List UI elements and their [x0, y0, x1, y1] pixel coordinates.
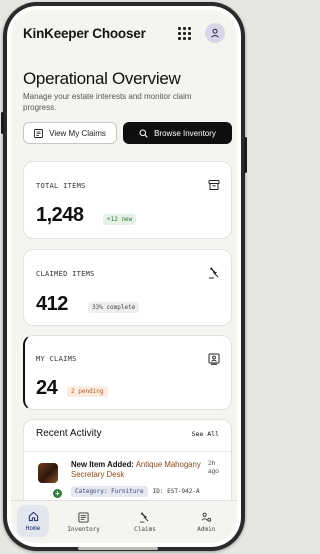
- phone-frame: KinKeeper Chooser Operational Overview M…: [1, 2, 247, 551]
- archive-icon: [208, 178, 220, 196]
- claimed-items-value: 412: [36, 293, 68, 315]
- list-icon: [34, 128, 44, 138]
- activity-prefix: New Item Added:: [71, 460, 134, 469]
- category-tag: Category: Furniture: [71, 486, 148, 497]
- my-claims-label: MY CLAIMS: [36, 355, 77, 363]
- user-icon: [211, 28, 219, 38]
- item-thumbnail: [38, 463, 58, 483]
- nav-inventory-label: Inventory: [67, 526, 100, 533]
- plus-icon: +: [53, 489, 62, 498]
- app-header: KinKeeper Chooser: [11, 10, 237, 55]
- bottom-nav: Home Inventory Claims Admin: [11, 500, 237, 543]
- nav-claims[interactable]: Claims: [114, 501, 175, 543]
- page-subtitle: Manage your estate interests and monitor…: [23, 92, 192, 112]
- badge-icon: [208, 352, 220, 370]
- nav-claims-label: Claims: [134, 526, 156, 533]
- recent-activity-panel: Recent Activity See All + New Item Added…: [23, 419, 232, 513]
- my-claims-value: 24: [36, 377, 58, 399]
- gavel-icon: [208, 266, 220, 284]
- view-my-claims-label: View My Claims: [49, 128, 106, 138]
- claim-progress-badge: 33% complete: [88, 302, 140, 313]
- app-title: KinKeeper Chooser: [23, 25, 146, 41]
- inventory-icon: [78, 512, 89, 523]
- item-id: ID: EST-942-A: [152, 488, 200, 495]
- see-all-link[interactable]: See All: [192, 430, 219, 438]
- nav-home-label: Home: [25, 525, 41, 532]
- apps-grid-icon[interactable]: [178, 26, 192, 41]
- pending-claims-badge: 2 pending: [67, 386, 108, 397]
- claimed-items-card[interactable]: CLAIMED ITEMS 412 33% complete: [23, 249, 232, 326]
- new-items-badge: +12 new: [103, 214, 137, 225]
- nav-inventory[interactable]: Inventory: [53, 501, 114, 543]
- search-icon: [139, 129, 148, 138]
- nav-home[interactable]: Home: [17, 505, 49, 537]
- user-avatar[interactable]: [205, 23, 225, 43]
- total-items-value: 1,248: [36, 204, 84, 226]
- nav-admin-label: Admin: [197, 526, 216, 533]
- admin-icon: [201, 512, 211, 522]
- divider: [24, 451, 231, 452]
- total-items-card[interactable]: TOTAL ITEMS 1,248 +12 new: [23, 161, 232, 239]
- app-screen: KinKeeper Chooser Operational Overview M…: [11, 10, 237, 543]
- recent-activity-title: Recent Activity: [36, 428, 102, 439]
- gavel-icon: [140, 512, 149, 523]
- home-icon: [28, 511, 38, 522]
- my-claims-card[interactable]: MY CLAIMS 24 2 pending: [23, 335, 232, 410]
- activity-meta: Category: Furniture ID: EST-942-A: [71, 486, 200, 497]
- volume-button: [1, 112, 4, 134]
- power-button: [244, 137, 247, 173]
- total-items-label: TOTAL ITEMS: [36, 182, 86, 190]
- activity-text: New Item Added: Antique Mahogany Secreta…: [71, 460, 211, 480]
- browse-inventory-button[interactable]: Browse Inventory: [123, 122, 232, 144]
- nav-admin[interactable]: Admin: [176, 501, 237, 543]
- activity-time: 2h ago: [208, 460, 219, 475]
- browse-inventory-label: Browse Inventory: [154, 128, 216, 138]
- view-my-claims-button[interactable]: View My Claims: [23, 122, 117, 144]
- phone-bezel: KinKeeper Chooser Operational Overview M…: [7, 6, 241, 547]
- home-indicator: [78, 547, 158, 550]
- page-title: Operational Overview: [23, 69, 181, 88]
- claimed-items-label: CLAIMED ITEMS: [36, 270, 95, 278]
